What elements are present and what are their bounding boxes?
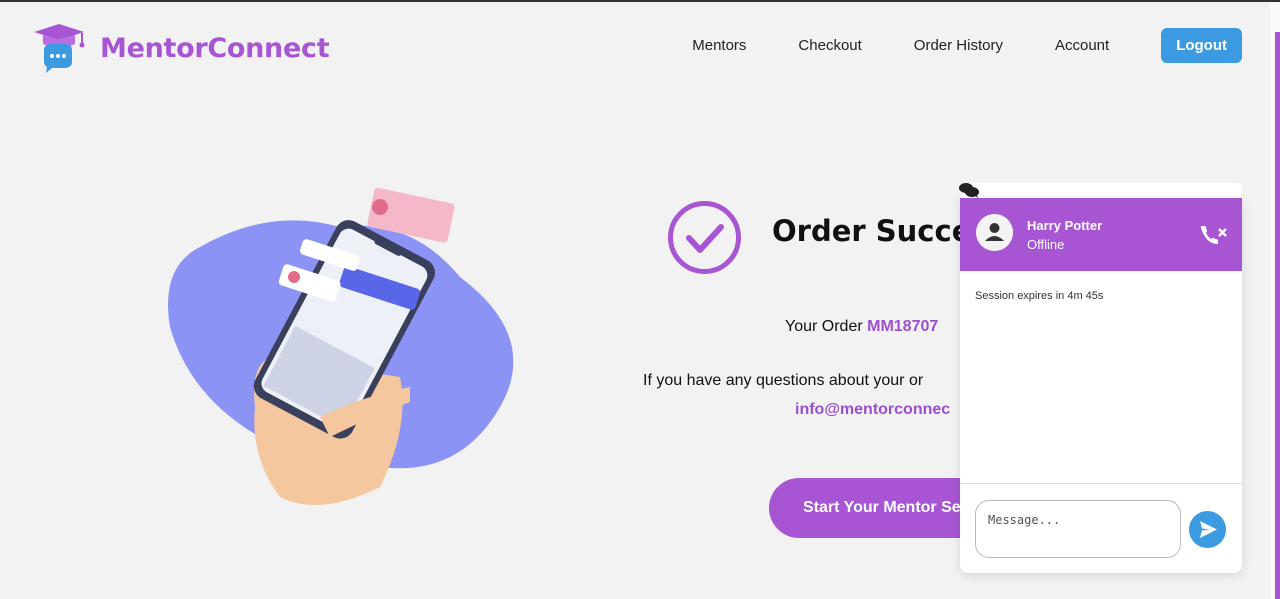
chat-divider <box>960 483 1242 484</box>
phone-chat-illustration <box>168 187 514 505</box>
end-call-icon[interactable] <box>1198 224 1228 244</box>
nav-mentors[interactable]: Mentors <box>692 29 746 63</box>
logout-button[interactable]: Logout <box>1161 28 1242 63</box>
chat-widget-top <box>960 183 1242 199</box>
order-prefix: Your Order <box>785 318 868 335</box>
chat-bubbles-icon[interactable] <box>958 182 980 198</box>
chat-contact-status: Offline <box>1027 237 1065 252</box>
support-email-link[interactable]: info@mentorconnec <box>795 401 950 419</box>
brand-logo[interactable]: MentorConnect <box>30 22 330 74</box>
brand-name: MentorConnect <box>100 32 330 64</box>
session-expiry-text: Session expires in 4m 45s <box>975 290 1104 302</box>
graduation-cap-chat-logo-icon <box>34 24 85 73</box>
nav-order-history[interactable]: Order History <box>914 29 1003 63</box>
chat-header: Harry Potter Offline <box>960 198 1242 271</box>
user-avatar-icon <box>976 214 1013 251</box>
site-header: MentorConnect Mentors Checkout Order His… <box>0 2 1270 90</box>
questions-text: If you have any questions about your or <box>643 372 924 389</box>
check-circle-icon <box>668 201 741 274</box>
chat-message-input[interactable] <box>975 500 1181 558</box>
page-scrollbar-thumb[interactable] <box>1275 32 1280 599</box>
send-button[interactable] <box>1189 511 1226 548</box>
nav-account[interactable]: Account <box>1055 29 1109 63</box>
chat-widget: Harry Potter Offline Session expires in … <box>960 198 1242 573</box>
main-nav: Mentors Checkout Order History Account L… <box>692 28 1270 63</box>
order-number-line: Your Order MM18707 <box>785 318 938 336</box>
send-icon <box>1200 521 1217 538</box>
nav-checkout[interactable]: Checkout <box>798 29 861 63</box>
chat-contact-name: Harry Potter <box>1027 218 1103 233</box>
order-code: MM18707 <box>867 318 939 335</box>
